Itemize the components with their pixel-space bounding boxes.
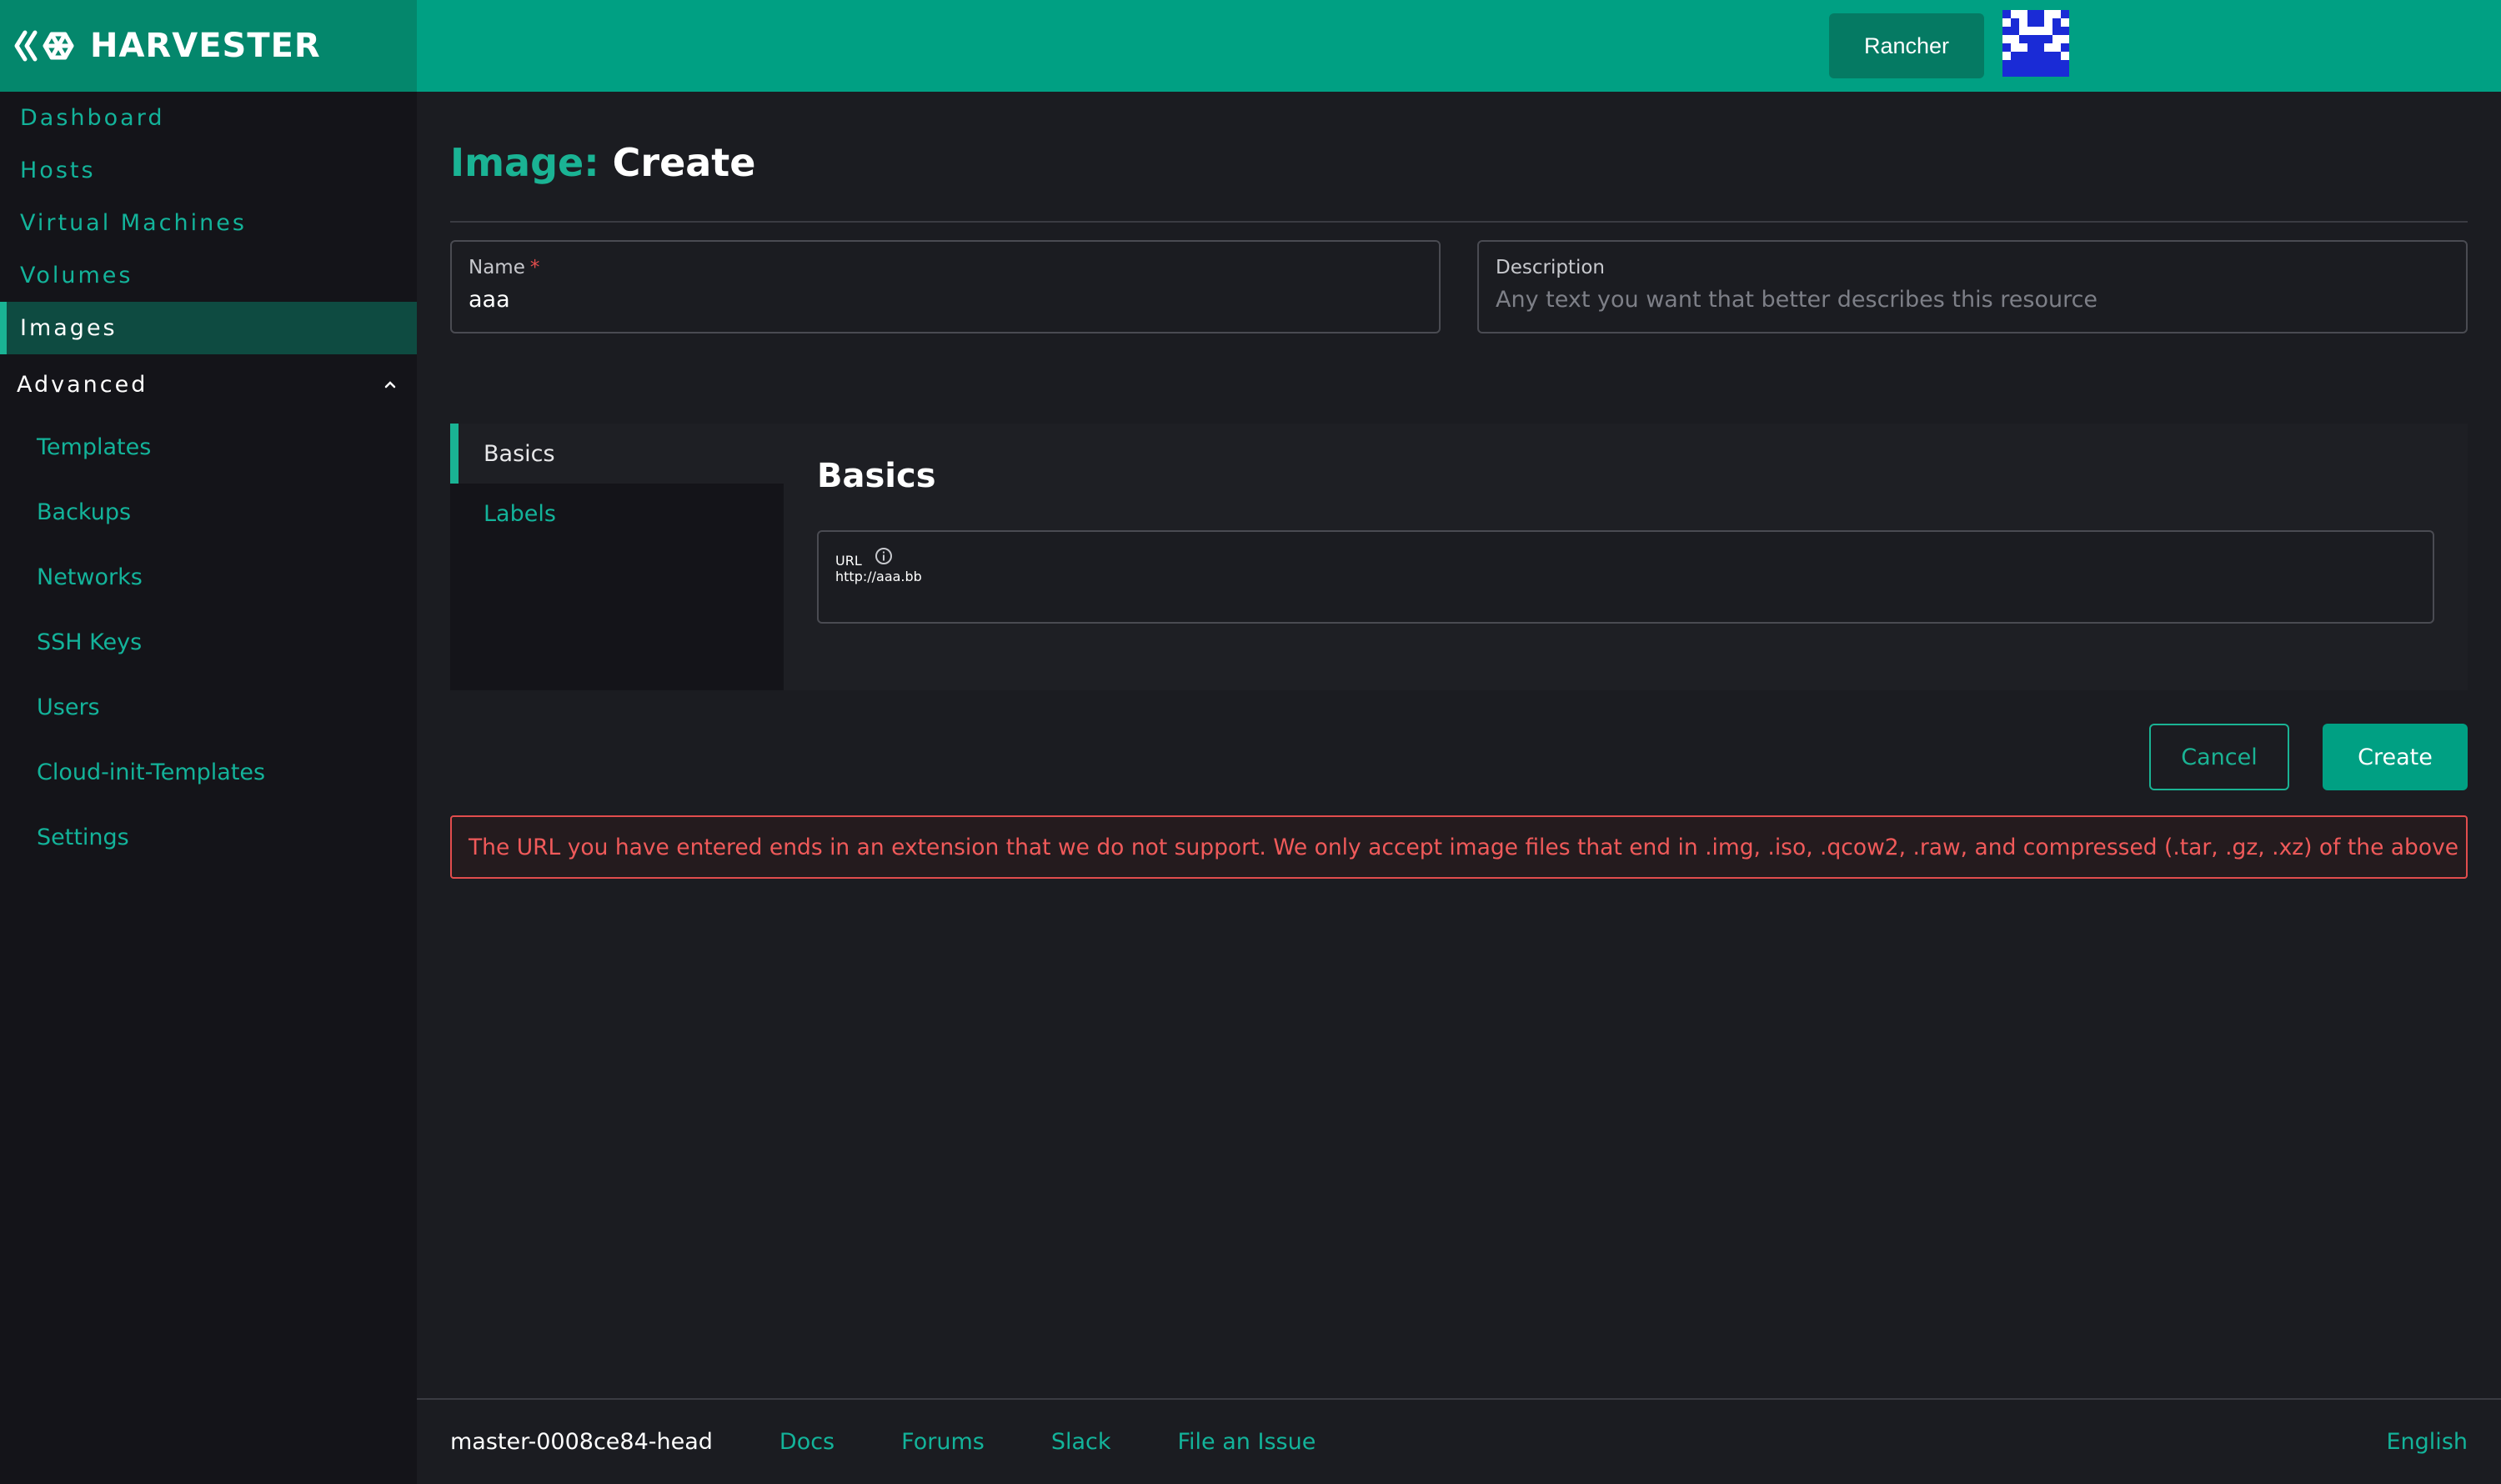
description-input[interactable]: Any text you want that better describes … xyxy=(1496,287,2449,313)
cancel-button[interactable]: Cancel xyxy=(2149,724,2289,790)
chevron-up-icon xyxy=(384,381,396,389)
harvester-logo-icon xyxy=(14,30,74,62)
footer-version: master-0008ce84-head xyxy=(450,1429,713,1455)
brand-name: HARVESTER xyxy=(90,27,321,65)
top-bar xyxy=(417,0,2501,92)
name-field-label-row: Name * xyxy=(469,257,1422,278)
language-selector[interactable]: English xyxy=(2387,1429,2468,1455)
sidebar-group-label: Advanced xyxy=(17,371,148,398)
sidebar-group-advanced[interactable]: Advanced xyxy=(0,354,417,414)
sidebar-item-ssh-keys[interactable]: SSH Keys xyxy=(0,609,417,674)
sidebar-item-hosts[interactable]: Hosts xyxy=(0,144,417,197)
page-title-action: Create xyxy=(612,140,756,185)
page-title-kind: Image: xyxy=(450,140,599,185)
footer-link-slack[interactable]: Slack xyxy=(1051,1429,1111,1455)
tab-basics[interactable]: Basics xyxy=(450,424,784,484)
sidebar-item-volumes[interactable]: Volumes xyxy=(0,249,417,302)
sidebar-item-networks[interactable]: Networks xyxy=(0,544,417,609)
user-avatar[interactable] xyxy=(2002,10,2069,77)
sidebar-item-cloud-init-templates[interactable]: Cloud-init-Templates xyxy=(0,739,417,805)
title-divider xyxy=(450,221,2468,223)
required-marker: * xyxy=(529,257,540,278)
url-field[interactable]: URL http://aaa.bb xyxy=(817,530,2434,624)
sidebar: Dashboard Hosts Virtual Machines Volumes… xyxy=(0,92,417,1484)
sidebar-item-images[interactable]: Images xyxy=(0,302,417,354)
sidebar-item-virtual-machines[interactable]: Virtual Machines xyxy=(0,197,417,249)
footer-link-forums[interactable]: Forums xyxy=(901,1429,985,1455)
rancher-button[interactable]: Rancher xyxy=(1829,13,1984,78)
name-field[interactable]: Name * aaa xyxy=(450,240,1441,333)
page-title: Image: Create xyxy=(450,140,756,185)
name-field-label: Name xyxy=(469,257,525,278)
description-field[interactable]: Description Any text you want that bette… xyxy=(1477,240,2468,333)
url-field-label: URL xyxy=(835,553,862,569)
footer: master-0008ce84-head Docs Forums Slack F… xyxy=(417,1400,2501,1484)
tab-list: Basics Labels xyxy=(450,424,784,690)
create-button[interactable]: Create xyxy=(2323,724,2468,790)
footer-link-file-issue[interactable]: File an Issue xyxy=(1177,1429,1316,1455)
sidebar-item-backups[interactable]: Backups xyxy=(0,479,417,544)
url-field-label-row: URL xyxy=(835,547,2416,569)
url-input[interactable]: http://aaa.bb xyxy=(835,569,2416,584)
section-title: Basics xyxy=(817,457,936,495)
sidebar-item-users[interactable]: Users xyxy=(0,674,417,739)
sidebar-item-settings[interactable]: Settings xyxy=(0,805,417,870)
sidebar-item-templates[interactable]: Templates xyxy=(0,414,417,479)
footer-link-docs[interactable]: Docs xyxy=(779,1429,835,1455)
tab-labels[interactable]: Labels xyxy=(450,484,784,544)
brand-header[interactable]: HARVESTER xyxy=(0,0,417,92)
error-banner: The URL you have entered ends in an exte… xyxy=(450,815,2468,879)
info-icon[interactable] xyxy=(875,547,893,565)
name-input[interactable]: aaa xyxy=(469,287,1422,313)
description-field-label: Description xyxy=(1496,257,1605,278)
sidebar-item-dashboard[interactable]: Dashboard xyxy=(0,92,417,144)
